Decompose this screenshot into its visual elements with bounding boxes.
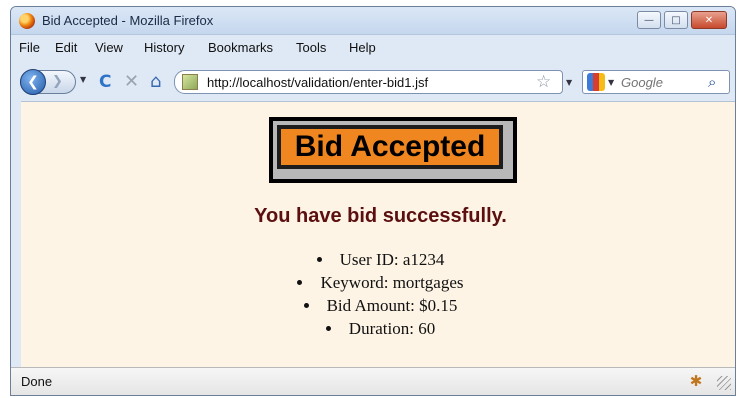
heading-frame: Bid Accepted: [269, 117, 517, 183]
detail-keyword: Keyword: mortgages: [21, 271, 735, 294]
page-content: Bid Accepted You have bid successfully. …: [21, 101, 735, 367]
window-controls: — □ ✕: [637, 11, 727, 29]
menu-help[interactable]: Help: [349, 40, 376, 55]
bid-details-list: User ID: a1234 Keyword: mortgages Bid Am…: [21, 248, 735, 340]
page-heading: Bid Accepted: [294, 130, 486, 163]
address-bar[interactable]: http://localhost/validation/enter-bid1.j…: [174, 70, 572, 94]
window-title: Bid Accepted - Mozilla Firefox: [42, 13, 214, 28]
menu-bar: File Edit View History Bookmarks Tools H…: [11, 37, 735, 59]
heading-panel: Bid Accepted: [277, 125, 503, 169]
search-engine-icon[interactable]: [587, 73, 605, 91]
status-text: Done: [21, 374, 53, 389]
reload-icon[interactable]: C: [99, 72, 111, 92]
search-icon[interactable]: ⌕: [708, 73, 716, 91]
history-dropdown-icon[interactable]: ▼: [80, 75, 86, 84]
success-message: You have bid successfully.: [254, 205, 507, 227]
maximize-button[interactable]: □: [664, 11, 688, 29]
status-bar: Done ✱: [11, 367, 735, 395]
close-button[interactable]: ✕: [691, 11, 727, 29]
home-icon[interactable]: ⌂: [150, 71, 161, 92]
site-icon: [182, 74, 198, 90]
resize-grip-icon[interactable]: [717, 376, 731, 390]
detail-user-id: User ID: a1234: [21, 248, 735, 271]
url-dropdown-icon[interactable]: ▼: [566, 78, 572, 87]
menu-view[interactable]: View: [95, 40, 123, 55]
browser-window: Bid Accepted - Mozilla Firefox — □ ✕ Fil…: [10, 6, 736, 396]
firefox-icon: [19, 13, 35, 29]
menu-file[interactable]: File: [19, 40, 40, 55]
menu-bookmarks[interactable]: Bookmarks: [208, 40, 273, 55]
forward-button[interactable]: ❯: [52, 74, 63, 89]
title-bar: Bid Accepted - Mozilla Firefox — □ ✕: [11, 7, 735, 35]
detail-bid-amount: Bid Amount: $0.15: [21, 294, 735, 317]
url-text[interactable]: http://localhost/validation/enter-bid1.j…: [207, 75, 428, 90]
search-input[interactable]: [621, 75, 691, 90]
firebug-icon[interactable]: ✱: [687, 372, 705, 390]
back-button[interactable]: ❮: [20, 69, 46, 95]
stop-icon[interactable]: ✕: [124, 71, 139, 92]
search-box[interactable]: ▼ ⌕: [582, 70, 730, 94]
navigation-toolbar: ❮ ❯ ▼ C ✕ ⌂ http://localhost/validation/…: [11, 61, 735, 101]
menu-edit[interactable]: Edit: [55, 40, 77, 55]
search-engine-dropdown-icon[interactable]: ▼: [608, 78, 614, 87]
menu-tools[interactable]: Tools: [296, 40, 326, 55]
back-forward-group: ❮ ❯: [20, 69, 76, 95]
detail-duration: Duration: 60: [21, 317, 735, 340]
bookmark-star-icon[interactable]: ☆: [536, 72, 551, 92]
minimize-button[interactable]: —: [637, 11, 661, 29]
menu-history[interactable]: History: [144, 40, 184, 55]
